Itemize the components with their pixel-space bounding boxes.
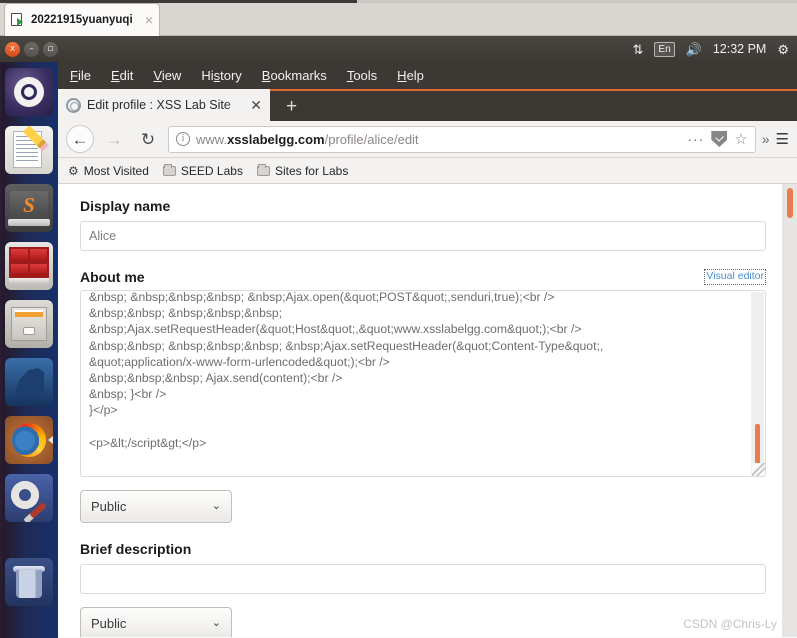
firefox-window: File Edit View History Bookmarks Tools Help Ed…	[58, 62, 797, 638]
folder-icon	[162, 163, 176, 176]
menu-help[interactable]: Help	[397, 69, 424, 82]
about-me-header: About me Visual editor	[80, 269, 766, 285]
vm-window-tabstrip: 20221915yuanyuqi ×	[0, 0, 797, 36]
window-minimize-button[interactable]: –	[24, 41, 39, 57]
launcher-item-wireshark[interactable]	[5, 358, 53, 406]
vm-screen-icon	[11, 12, 26, 28]
about-me-label: About me	[80, 269, 145, 285]
vm-tabstrip-highlight	[357, 0, 797, 3]
display-name-label: Display name	[80, 198, 171, 214]
site-info-icon[interactable]: i	[176, 132, 190, 146]
browser-tabstrip: Edit profile : XSS Lab Site ✕ +	[58, 89, 797, 121]
about-me-visibility-select[interactable]: Public ⌄	[80, 490, 232, 523]
window-maximize-button[interactable]: ▫	[43, 41, 58, 57]
bookmark-sites-for-labs[interactable]: Sites for Labs	[256, 163, 349, 178]
running-indicator-icon	[48, 436, 53, 444]
page-actions-icon[interactable]: ···	[687, 132, 704, 146]
sublime-text-icon: S	[23, 192, 35, 217]
menu-edit[interactable]: Edit	[111, 69, 133, 82]
launcher-item-system-settings[interactable]	[5, 474, 53, 522]
display-name-input[interactable]: Alice	[80, 221, 766, 251]
ubuntu-logo-icon	[14, 77, 44, 107]
about-me-textarea[interactable]: &nbsp; &nbsp;&nbsp;&nbsp; &nbsp;Ajax.ope…	[80, 290, 766, 477]
folder-icon	[256, 163, 270, 176]
textarea-scrollbar[interactable]	[751, 292, 764, 475]
gear-icon[interactable]: ⚙	[777, 43, 789, 56]
window-controls: x – ▫	[0, 41, 58, 57]
chevron-down-icon: ⌄	[211, 500, 221, 512]
back-button[interactable]: ←	[66, 125, 94, 153]
bookmark-label: SEED Labs	[180, 163, 243, 178]
brief-description-input[interactable]	[80, 564, 766, 594]
url-path: /profile/alice/edit	[324, 131, 419, 147]
gear-icon: ⚙	[68, 163, 79, 178]
launcher-item-text-editor[interactable]	[5, 126, 53, 174]
launcher-item-virtual-machine[interactable]	[5, 242, 53, 290]
about-me-visibility-value: Public	[91, 499, 127, 514]
menu-history[interactable]: History	[201, 69, 241, 82]
bookmark-label: Sites for Labs	[274, 163, 349, 178]
page-scrollbar-thumb[interactable]	[787, 188, 793, 218]
textarea-resize-grip[interactable]	[752, 463, 765, 476]
pocket-shield-icon[interactable]	[711, 131, 728, 147]
browser-tab-active[interactable]: Edit profile : XSS Lab Site ✕	[58, 89, 270, 121]
brief-description-visibility-value: Public	[91, 616, 127, 631]
network-icon[interactable]: ⇅	[633, 43, 644, 56]
bookmark-star-icon[interactable]: ☆	[734, 132, 747, 147]
about-me-textarea-value: &nbsp; &nbsp;&nbsp;&nbsp; &nbsp;Ajax.ope…	[89, 290, 604, 450]
bookmarks-toolbar: ⚙ Most Visited SEED Labs Sites for Labs	[58, 158, 797, 184]
page-scrollbar[interactable]	[782, 184, 797, 637]
favicon-icon	[66, 97, 81, 113]
bookmark-label: Most Visited	[83, 163, 149, 178]
wireshark-fin-icon	[14, 368, 44, 394]
menu-bar: File Edit View History Bookmarks Tools Help	[58, 62, 797, 89]
watermark: CSDN @Chris-Ly	[683, 617, 777, 631]
launcher-item-firefox[interactable]	[5, 416, 53, 464]
navigation-toolbar: ← → ↻ i www.xsslabelgg.com/profile/alice…	[58, 121, 797, 158]
brief-description-visibility-select[interactable]: Public ⌄	[80, 607, 232, 637]
settings-gear-icon	[11, 481, 39, 509]
ubuntu-top-panel: x – ▫ ⇅ En 🔊 12:32 PM ⚙	[0, 36, 797, 62]
new-tab-button[interactable]: +	[286, 97, 297, 116]
window-close-button[interactable]: x	[5, 41, 20, 57]
firefox-icon	[12, 423, 46, 457]
url-domain: xsslabelgg.com	[227, 131, 325, 147]
bookmark-seed-labs[interactable]: SEED Labs	[162, 163, 243, 178]
close-icon[interactable]: ✕	[250, 98, 262, 112]
browser-tab-label: Edit profile : XSS Lab Site	[87, 98, 231, 112]
chevron-overflow-icon[interactable]: »	[762, 132, 770, 146]
vm-window-tab[interactable]: 20221915yuanyuqi ×	[4, 3, 160, 36]
menu-bookmarks[interactable]: Bookmarks	[262, 69, 327, 82]
launcher-item-sublime-text[interactable]: S	[5, 184, 53, 232]
url-bar[interactable]: i www.xsslabelgg.com/profile/alice/edit …	[168, 125, 756, 153]
reload-button[interactable]: ↻	[134, 125, 162, 153]
menu-view[interactable]: View	[153, 69, 181, 82]
hamburger-menu-icon[interactable]: ☰	[776, 132, 789, 147]
url-prefix: www.	[196, 131, 228, 147]
launcher-item-file-manager[interactable]	[5, 300, 53, 348]
launcher-item-trash[interactable]	[5, 558, 53, 606]
chevron-down-icon: ⌄	[211, 617, 221, 629]
visual-editor-link[interactable]: Visual editor	[704, 269, 766, 285]
brief-description-label: Brief description	[80, 541, 192, 557]
bookmark-most-visited[interactable]: ⚙ Most Visited	[68, 164, 149, 178]
clock[interactable]: 12:32 PM	[713, 42, 767, 56]
trash-can-icon	[16, 570, 42, 598]
keyboard-layout-indicator[interactable]: En	[654, 41, 675, 57]
textarea-scrollbar-thumb[interactable]	[755, 424, 760, 464]
ubuntu-launcher: S	[0, 62, 58, 638]
url-text: www.xsslabelgg.com/profile/alice/edit	[196, 132, 681, 147]
volume-icon[interactable]: 🔊	[686, 43, 702, 56]
menu-file[interactable]: File	[70, 69, 91, 82]
launcher-item-ubuntu-dash[interactable]	[5, 68, 53, 116]
panel-status-area: ⇅ En 🔊 12:32 PM ⚙	[633, 41, 797, 57]
menu-tools[interactable]: Tools	[347, 69, 377, 82]
vm-window-tab-close-icon[interactable]: ×	[145, 13, 153, 27]
forward-button[interactable]: →	[100, 125, 128, 153]
vm-window-tab-label: 20221915yuanyuqi	[31, 14, 133, 26]
page-content: Display name Alice About me Visual edito…	[58, 184, 797, 637]
virtual-machine-icon	[9, 247, 49, 278]
